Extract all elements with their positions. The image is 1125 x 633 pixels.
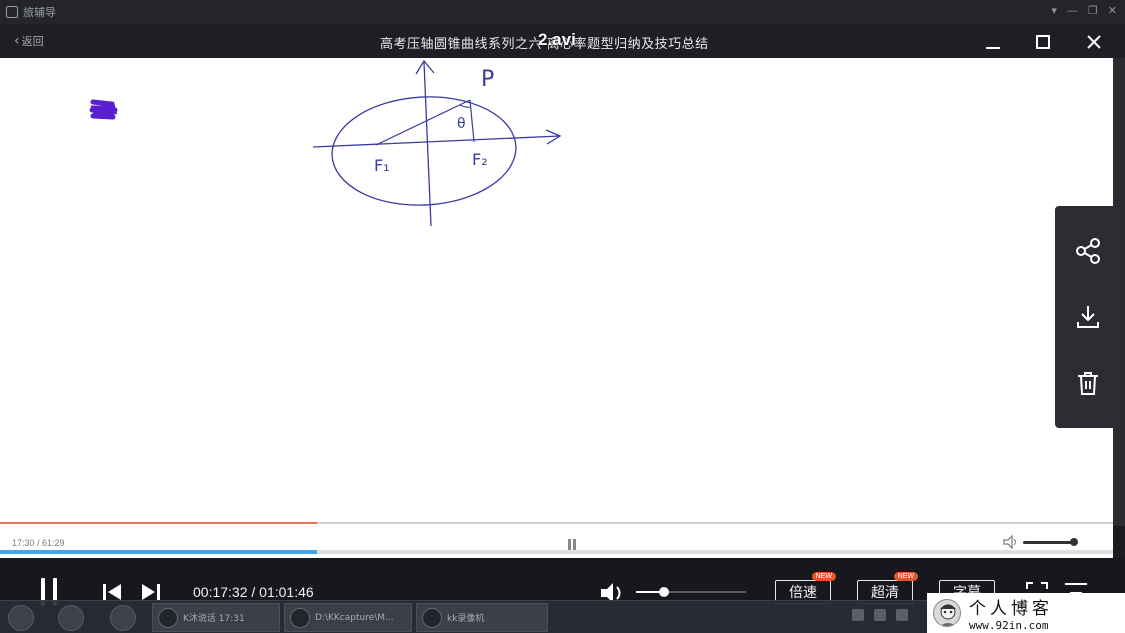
- minimize-icon: [986, 47, 1000, 49]
- face-icon: [940, 604, 956, 626]
- quality-label: 超清: [871, 585, 899, 601]
- watermark-text: 个人博客 www.92in.com: [969, 594, 1053, 632]
- app-icon: [158, 608, 178, 628]
- taskbar-item[interactable]: D:\KKcapture\M...: [284, 603, 412, 632]
- start-orb-icon[interactable]: [8, 605, 34, 631]
- skip-next-icon: [142, 584, 160, 600]
- ellipse: [331, 96, 517, 206]
- maximize-button[interactable]: [1029, 28, 1057, 56]
- watermark-url: www.92in.com: [969, 619, 1049, 632]
- recorder-icon: [422, 608, 442, 628]
- skip-previous-icon: [103, 584, 121, 600]
- system-tray: [852, 609, 908, 621]
- speaker-icon: [1003, 535, 1016, 549]
- outer-minimize-button[interactable]: —: [1067, 4, 1078, 17]
- label-p: P: [481, 67, 494, 92]
- inner-buffer-fill: [0, 550, 318, 554]
- inner-player-bar: 17:30 / 61:29: [0, 522, 1113, 558]
- tray-icon[interactable]: [896, 609, 908, 621]
- outer-window-bar: 旅辅导 ▾ — ❐ ✕: [0, 0, 1125, 24]
- close-button[interactable]: [1080, 28, 1108, 56]
- app-logo-icon: [6, 6, 18, 18]
- inner-progress-track[interactable]: [0, 522, 1113, 524]
- speed-label: 倍速: [789, 585, 817, 601]
- label-f1: F₁: [374, 156, 390, 175]
- taskbar-search-icon[interactable]: [58, 605, 84, 631]
- volume-knob[interactable]: [658, 587, 669, 597]
- watermark-avatar: [933, 599, 961, 627]
- label-f2: F₂: [472, 150, 488, 169]
- app-name: 旅辅导: [23, 6, 56, 19]
- taskbar-item[interactable]: K沐说话 17:31: [152, 603, 280, 632]
- inner-progress-fill: [0, 522, 318, 524]
- marker-scribble: [89, 99, 118, 120]
- inner-time-display: 17:30 / 61:29: [12, 538, 65, 548]
- video-title-bar: ‹ 返回 高考压轴圆锥曲线系列之六 离心率题型归纳及技巧总结 2.avi: [0, 24, 1125, 58]
- inner-volume-track[interactable]: [1023, 537, 1078, 546]
- download-button[interactable]: [1071, 300, 1105, 334]
- inner-volume[interactable]: [1003, 535, 1078, 549]
- taskbar-browser-icon[interactable]: [110, 605, 136, 631]
- outer-close-button[interactable]: ✕: [1108, 4, 1117, 17]
- speed-new-badge: NEW: [811, 572, 836, 581]
- back-label: 返回: [21, 35, 44, 48]
- label-theta: θ: [457, 116, 466, 132]
- watermark: 个人博客 www.92in.com: [927, 593, 1125, 633]
- watermark-title: 个人博客: [969, 599, 1053, 619]
- volume-slider[interactable]: [636, 587, 746, 597]
- taskbar-item[interactable]: kk录像机: [416, 603, 548, 632]
- outer-dropdown-icon[interactable]: ▾: [1051, 4, 1057, 17]
- inner-volume-knob[interactable]: [1070, 537, 1078, 546]
- outer-window-controls: ▾ — ❐ ✕: [1051, 4, 1117, 17]
- share-button[interactable]: [1071, 234, 1105, 268]
- video-stage[interactable]: P θ F₁ F₂: [0, 58, 1113, 526]
- share-icon: [1075, 238, 1100, 264]
- close-icon: [1087, 35, 1101, 49]
- maximize-icon: [1036, 35, 1050, 49]
- segment-p-f2: [469, 99, 475, 143]
- chevron-left-icon: ‹: [14, 33, 20, 49]
- y-axis: [423, 61, 432, 227]
- download-icon: [1076, 306, 1099, 328]
- back-button[interactable]: ‹ 返回: [14, 33, 44, 49]
- file-name-overlay: 2.avi: [538, 30, 576, 49]
- tray-icon[interactable]: [852, 609, 864, 621]
- time-display: 00:17:32 / 01:01:46: [193, 584, 314, 600]
- taskbar-item-label: K沐说话 17:31: [183, 614, 245, 624]
- angle-arc: [459, 104, 472, 108]
- tray-icon[interactable]: [874, 609, 886, 621]
- quality-new-badge: NEW: [893, 572, 918, 581]
- minimize-button[interactable]: [979, 28, 1007, 56]
- side-action-panel: [1055, 206, 1120, 428]
- segment-f1-p: [375, 99, 471, 146]
- taskbar-item-label: D:\KKcapture\M...: [315, 612, 394, 623]
- folder-icon: [290, 608, 310, 628]
- delete-button[interactable]: [1071, 366, 1105, 400]
- whiteboard-drawing: P θ F₁ F₂: [89, 59, 562, 227]
- outer-restore-button[interactable]: ❐: [1088, 4, 1098, 17]
- x-axis: [312, 135, 561, 148]
- taskbar-item-label: kk录像机: [447, 614, 485, 624]
- trash-icon: [1077, 372, 1098, 395]
